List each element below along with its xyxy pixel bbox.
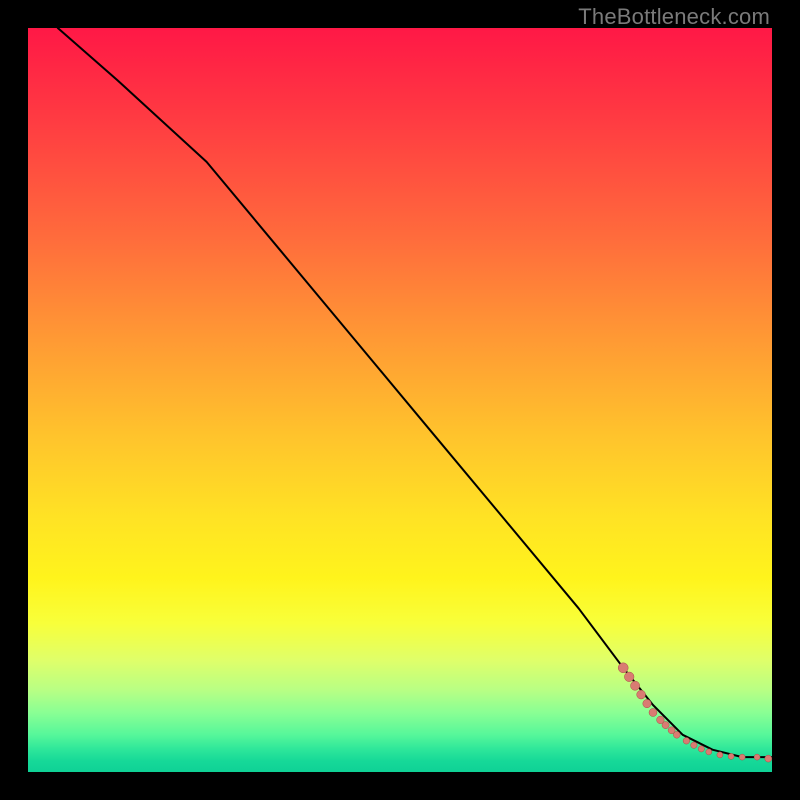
scatter-dot bbox=[754, 754, 760, 760]
scatter-dot bbox=[624, 672, 634, 682]
scatter-dot bbox=[662, 722, 669, 729]
scatter-dot bbox=[765, 755, 772, 762]
main-curve bbox=[58, 28, 772, 757]
scatter-dot bbox=[728, 753, 734, 759]
chart-frame: TheBottleneck.com bbox=[0, 0, 800, 800]
scatter-dot bbox=[643, 699, 651, 707]
scatter-dot bbox=[698, 746, 704, 752]
scatter-dot bbox=[618, 663, 628, 673]
scatter-dot bbox=[683, 738, 690, 745]
scatter-dot bbox=[691, 742, 697, 748]
scatter-dot bbox=[649, 709, 657, 717]
scatter-dot bbox=[706, 749, 712, 755]
watermark-text: TheBottleneck.com bbox=[578, 4, 770, 30]
scatter-dots bbox=[618, 663, 772, 762]
scatter-dot bbox=[739, 754, 745, 760]
scatter-dot bbox=[673, 731, 680, 738]
scatter-dot bbox=[717, 752, 723, 758]
scatter-dot bbox=[637, 690, 646, 699]
chart-overlay bbox=[28, 28, 772, 772]
scatter-dot bbox=[631, 681, 640, 690]
plot-area bbox=[28, 28, 772, 772]
